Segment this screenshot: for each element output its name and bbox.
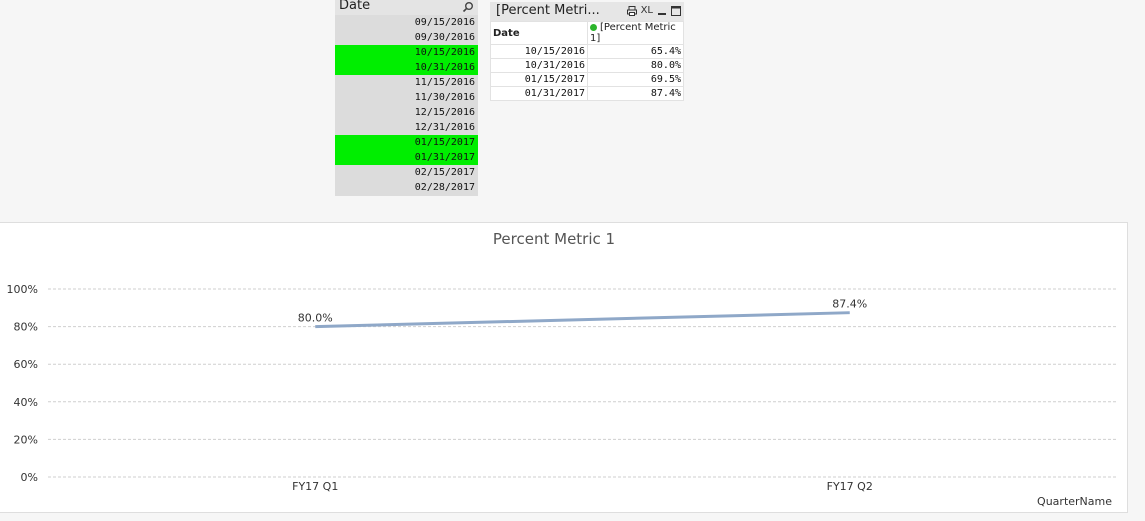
date-cell[interactable]: 10/15/2016 <box>490 44 588 59</box>
series-line[interactable] <box>315 311 850 329</box>
listbox-item[interactable]: 12/15/2016 <box>335 105 478 120</box>
table-row: 10/15/2016 65.4% <box>490 44 684 59</box>
listbox-item[interactable]: 02/28/2017 <box>335 180 478 195</box>
column-header-label: [Percent Metric 1] <box>590 22 676 44</box>
x-axis-title: QuarterName <box>1037 495 1112 508</box>
table-row: 01/31/2017 87.4% <box>490 86 684 101</box>
y-tick-label: 20% <box>14 433 38 446</box>
table-caption[interactable]: [Percent Metri... XL <box>490 2 684 21</box>
percent-cell[interactable]: 65.4% <box>587 44 684 59</box>
date-cell[interactable]: 01/15/2017 <box>490 72 588 87</box>
y-tick-label: 100% <box>7 283 38 296</box>
percent-cell[interactable]: 87.4% <box>587 86 684 101</box>
x-tick-label: FY17 Q1 <box>292 480 338 493</box>
status-dot-icon <box>590 23 597 31</box>
y-axis-ticks: 0% 20% 40% 60% 80% 100% <box>7 283 38 484</box>
listbox-item[interactable]: 09/15/2016 <box>335 15 478 30</box>
listbox-item[interactable]: 01/15/2017 <box>335 135 478 150</box>
listbox-item[interactable]: 10/15/2016 <box>335 45 478 60</box>
chart-title: Percent Metric 1 <box>493 230 615 248</box>
listbox-item[interactable]: 10/31/2016 <box>335 60 478 75</box>
chart-gridlines <box>48 288 1117 478</box>
y-tick-label: 80% <box>14 321 38 334</box>
chart-canvas: Percent Metric 1 0% 20% 40% 60% 80% 100% FY17… <box>7 230 1117 508</box>
date-cell[interactable]: 10/31/2016 <box>490 58 588 73</box>
date-value-list: 09/15/2016 09/30/2016 10/15/2016 10/31/2016… <box>335 15 478 195</box>
listbox-header[interactable]: Date <box>335 0 478 15</box>
percent-metric-table: Date [Percent Metric 1] 10/15/2016 65.4% 1… <box>490 21 684 101</box>
table-row: 01/15/2017 69.5% <box>490 72 684 87</box>
column-header-percent-metric[interactable]: [Percent Metric 1] <box>587 21 684 45</box>
data-label: 87.4% <box>832 298 867 311</box>
minimize-icon[interactable] <box>657 6 667 16</box>
x-axis-ticks: FY17 Q1 FY17 Q2 <box>292 480 873 493</box>
table-header-row: Date [Percent Metric 1] <box>490 21 684 45</box>
y-tick-label: 0% <box>21 471 38 484</box>
y-tick-label: 40% <box>14 396 38 409</box>
print-icon[interactable] <box>626 6 637 16</box>
listbox-item[interactable]: 02/15/2017 <box>335 165 478 180</box>
listbox-item[interactable]: 09/30/2016 <box>335 30 478 45</box>
percent-cell[interactable]: 69.5% <box>587 72 684 87</box>
listbox-title: Date <box>339 0 371 13</box>
y-tick-label: 60% <box>14 358 38 371</box>
maximize-icon[interactable] <box>671 6 681 16</box>
percent-cell[interactable]: 80.0% <box>587 58 684 73</box>
date-listbox: Date 09/15/2016 09/30/2016 10/15/2016 10/31… <box>335 0 478 196</box>
date-cell[interactable]: 01/31/2017 <box>490 86 588 101</box>
xl-icon[interactable]: XL <box>641 4 653 18</box>
table-body: 10/15/2016 65.4% 10/31/2016 80.0% 01/15/2017… <box>490 44 684 101</box>
table-title: [Percent Metri... <box>496 3 600 18</box>
column-header-date[interactable]: Date <box>490 21 588 45</box>
chart-series: 80.0% 87.4% <box>298 298 867 329</box>
percent-metric-table-box: [Percent Metri... XL Date [Percent Metri… <box>490 2 684 101</box>
table-row: 10/31/2016 80.0% <box>490 58 684 73</box>
listbox-item[interactable]: 01/31/2017 <box>335 150 478 165</box>
listbox-item[interactable]: 11/15/2016 <box>335 75 478 90</box>
percent-metric-line-chart: Percent Metric 1 0% 20% 40% 60% 80% 100% FY17… <box>0 222 1128 513</box>
search-icon[interactable] <box>462 1 474 13</box>
x-tick-label: FY17 Q2 <box>827 480 873 493</box>
data-label: 80.0% <box>298 312 333 325</box>
listbox-item[interactable]: 11/30/2016 <box>335 90 478 105</box>
listbox-item[interactable]: 12/31/2016 <box>335 120 478 135</box>
